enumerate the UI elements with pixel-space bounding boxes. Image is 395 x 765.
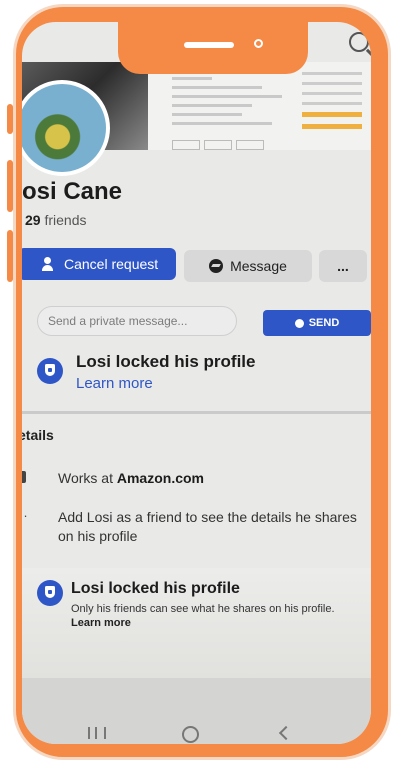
camera-icon <box>254 39 263 48</box>
friends-label: friends <box>44 212 87 228</box>
cover-document-boxes <box>172 140 264 150</box>
avatar[interactable] <box>22 80 110 176</box>
locked-card-description: Only his friends can see what he shares … <box>71 602 351 630</box>
message-label: Message <box>230 258 287 274</box>
locked-card-learn-more-link[interactable]: Learn more <box>71 617 131 629</box>
shield-icon <box>37 358 63 384</box>
send-label: SEND <box>308 317 340 329</box>
section-divider <box>22 411 371 414</box>
work-company[interactable]: Amazon.com <box>117 470 204 486</box>
more-label: ... <box>337 258 349 274</box>
cover-document-lines <box>172 68 292 131</box>
locked-card-text: Only his friends can see what he shares … <box>71 603 335 615</box>
learn-more-link[interactable]: Learn more <box>76 375 276 392</box>
system-navigation-bar <box>22 722 371 744</box>
cover-document-sidebar <box>302 72 362 136</box>
locked-card-title: Losi locked his profile <box>71 580 240 597</box>
briefcase-icon <box>22 471 26 483</box>
home-icon[interactable] <box>182 726 199 743</box>
work-prefix: Works at <box>58 470 113 486</box>
private-message-input[interactable] <box>37 306 237 336</box>
details-heading: etails <box>22 427 54 443</box>
speaker-icon <box>184 42 234 48</box>
message-button[interactable]: Message <box>184 250 312 282</box>
add-friend-info: Add Losi as a friend to see the details … <box>58 509 357 544</box>
messenger-icon <box>209 259 224 273</box>
locked-profile-card: Losi locked his profile Only his friends… <box>22 568 371 678</box>
friends-count[interactable]: 29 friends <box>25 212 87 228</box>
cancel-request-label: Cancel request <box>64 256 159 272</box>
person-icon <box>42 257 56 271</box>
locked-notice-title: Losi locked his profile <box>76 352 256 371</box>
back-icon[interactable] <box>278 725 294 741</box>
more-options-button[interactable]: ... <box>319 250 367 282</box>
recents-icon[interactable] <box>88 727 106 739</box>
phone-notch <box>118 22 308 74</box>
profile-name: osi Cane <box>22 178 123 205</box>
cancel-request-button[interactable]: Cancel request <box>22 248 176 280</box>
messenger-icon <box>294 318 304 328</box>
more-dots-icon: ·· <box>22 508 29 523</box>
phone-screen: osi Cane 29 friends Cancel request Messa… <box>22 22 371 744</box>
work-info: Works at Amazon.com <box>58 470 204 486</box>
search-icon[interactable] <box>349 32 369 52</box>
send-button[interactable]: SEND <box>263 310 371 336</box>
friends-number: 29 <box>25 212 41 228</box>
shield-icon <box>37 580 63 606</box>
